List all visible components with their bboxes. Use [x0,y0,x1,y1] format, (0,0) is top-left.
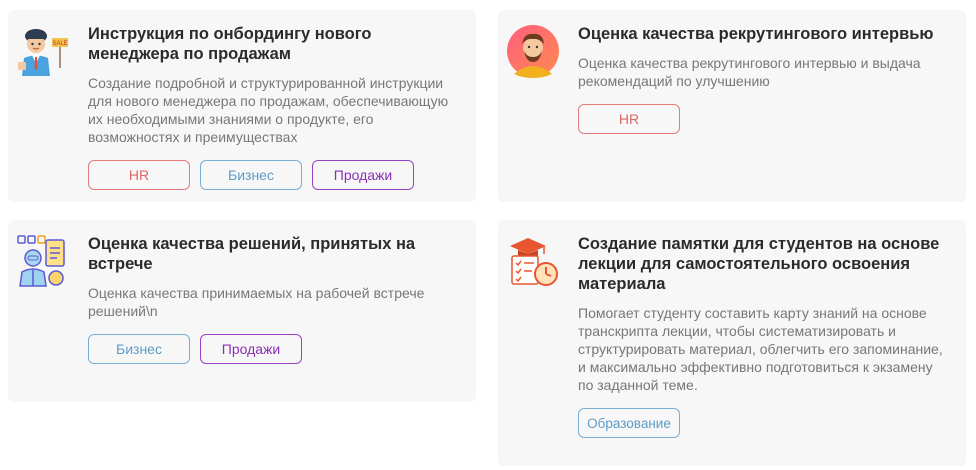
tag-hr[interactable]: HR [578,104,680,134]
sales-manager-icon: SALE [16,24,70,78]
tag-list: HR [578,104,946,134]
card-description: Помогает студенту составить карту знаний… [578,305,943,393]
tag-education[interactable]: Образование [578,408,680,438]
tag-business[interactable]: Бизнес [88,334,190,364]
card-description: Оценка качества принимаемых на рабочей в… [88,285,425,319]
tag-sales[interactable]: Продажи [200,334,302,364]
svg-text:SALE: SALE [52,41,67,47]
tag-business[interactable]: Бизнес [200,160,302,190]
card-description: Создание подробной и структурированной и… [88,75,449,145]
tag-list: Бизнес Продажи [88,334,456,364]
card-title: Создание памятки для студентов на основе… [578,235,940,293]
prompt-card-student-memo[interactable]: Создание памятки для студентов на основе… [498,220,966,466]
graduation-checklist-icon [506,234,560,288]
card-description: Оценка качества рекрутингового интервью … [578,55,921,89]
prompt-card-onboarding[interactable]: SALE Инструкция по онбордингу нового мен… [8,10,476,202]
card-title: Оценка качества рекрутингового интервью [578,25,934,43]
prompt-card-recruiting-interview[interactable]: Оценка качества рекрутингового интервью … [498,10,966,202]
card-title: Оценка качества решений, принятых на вст… [88,235,416,273]
tag-hr[interactable]: HR [88,160,190,190]
tag-list: Образование [578,408,950,438]
card-title: Инструкция по онбордингу нового менеджер… [88,25,372,63]
tag-list: HR Бизнес Продажи [88,160,456,190]
tag-sales[interactable]: Продажи [312,160,414,190]
meeting-analyst-icon [16,234,70,288]
recruiter-avatar-icon [506,24,560,78]
prompt-card-meeting-decisions[interactable]: Оценка качества решений, принятых на вст… [8,220,476,402]
